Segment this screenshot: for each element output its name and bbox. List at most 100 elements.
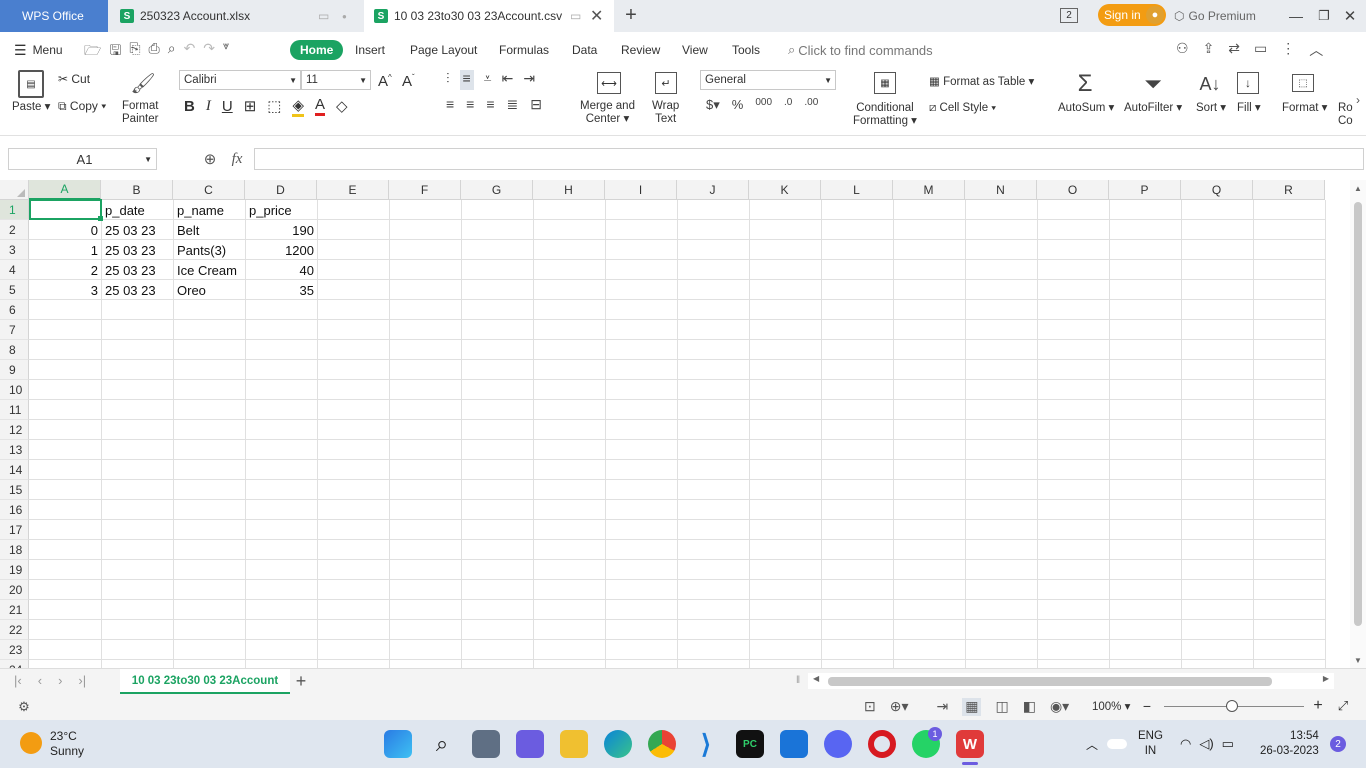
cell-b5[interactable]: 25 03 23: [102, 280, 173, 300]
edge-icon[interactable]: [604, 730, 632, 758]
row-header-3[interactable]: 3: [0, 240, 29, 260]
window-count-badge[interactable]: 2: [1060, 8, 1078, 23]
tab-view[interactable]: View: [682, 40, 708, 60]
cell-a5[interactable]: 3: [30, 280, 101, 300]
cell-c2[interactable]: Belt: [174, 220, 245, 240]
command-search[interactable]: ⌕ Click to find commands: [788, 40, 933, 60]
row-header-10[interactable]: 10: [0, 380, 29, 400]
cell-d5[interactable]: 35: [246, 280, 317, 300]
start-icon[interactable]: [384, 730, 412, 758]
cell-d2[interactable]: 190: [246, 220, 317, 240]
increase-decimal-icon[interactable]: .0: [784, 97, 792, 117]
language-indicator[interactable]: ENG IN: [1138, 729, 1163, 759]
prev-sheet-icon[interactable]: ‹: [38, 673, 42, 688]
row-header-1[interactable]: 1: [0, 200, 29, 220]
page-break-view-icon[interactable]: ◫: [995, 698, 1008, 716]
fill-icon[interactable]: ↓: [1237, 72, 1259, 94]
column-header-c[interactable]: C: [173, 180, 245, 200]
vertical-scrollbar[interactable]: ▲ ▼: [1350, 180, 1366, 668]
wps-office-tab[interactable]: WPS Office: [0, 0, 108, 32]
vertical-scroll-thumb[interactable]: [1354, 202, 1362, 626]
row-header-22[interactable]: 22: [0, 620, 29, 640]
row-header-8[interactable]: 8: [0, 340, 29, 360]
menu-button[interactable]: ☰ Menu: [14, 40, 63, 60]
number-format-select[interactable]: General ▼: [700, 70, 836, 90]
next-sheet-icon[interactable]: ›: [58, 673, 62, 688]
rows-columns-button[interactable]: Ro Co: [1338, 102, 1353, 128]
increase-font-icon[interactable]: A^: [378, 71, 392, 89]
new-tab-icon[interactable]: +: [620, 4, 642, 26]
row-header-4[interactable]: 4: [0, 260, 29, 280]
search-icon[interactable]: ⌕: [428, 730, 456, 758]
ribbon-scroll-right-icon[interactable]: ›: [1352, 90, 1364, 110]
font-color-icon[interactable]: A: [315, 96, 326, 116]
sync-icon[interactable]: ⇄: [1228, 40, 1240, 60]
go-premium-button[interactable]: ⬡ Go Premium: [1174, 8, 1256, 24]
fill-effects-icon[interactable]: ⬚: [267, 97, 281, 115]
column-header-n[interactable]: N: [965, 180, 1037, 200]
format-painter-icon[interactable]: 🖌: [130, 70, 155, 96]
pycharm-icon[interactable]: PC: [736, 730, 764, 758]
task-view-icon[interactable]: [472, 730, 500, 758]
select-all-corner[interactable]: [0, 180, 29, 200]
cell-c5[interactable]: Oreo: [174, 280, 245, 300]
cell-c1[interactable]: p_name: [174, 200, 245, 220]
cell-b1[interactable]: p_date: [102, 200, 173, 220]
redo-icon[interactable]: ↷: [203, 40, 215, 60]
customize-icon[interactable]: ⩔: [223, 40, 229, 60]
sign-in-button[interactable]: Sign in ●: [1098, 4, 1166, 26]
fullscreen-icon[interactable]: ⤢: [1335, 697, 1351, 715]
copy-button[interactable]: ⧉ Copy ▾: [58, 100, 106, 113]
collapse-ribbon-icon[interactable]: ︿: [1309, 40, 1323, 60]
align-left-icon[interactable]: ≡: [446, 96, 454, 116]
tab-page-layout[interactable]: Page Layout: [410, 40, 477, 60]
cell-c4[interactable]: Ice Cream: [174, 260, 245, 280]
wrap-text-button[interactable]: Wrap Text: [652, 100, 679, 126]
close-tab-icon[interactable]: ✕: [590, 6, 603, 26]
format-icon[interactable]: ⬚: [1292, 74, 1314, 92]
row-header-13[interactable]: 13: [0, 440, 29, 460]
document-tab-csv[interactable]: S 10 03 23to30 03 23Account.csv ▭ ✕: [364, 0, 614, 32]
close-window-icon[interactable]: ✕: [1338, 6, 1362, 26]
reading-view-icon[interactable]: ⇥: [937, 698, 949, 716]
underline-icon[interactable]: U: [222, 98, 233, 115]
autofilter-button[interactable]: AutoFilter ▾: [1124, 102, 1182, 115]
cell-mode-icon[interactable]: ⊕▾: [890, 698, 909, 716]
column-header-a[interactable]: A: [29, 180, 101, 200]
scroll-left-icon[interactable]: ◀: [813, 674, 819, 683]
row-header-17[interactable]: 17: [0, 520, 29, 540]
cell-style-button[interactable]: ⧄ Cell Style ▾: [929, 102, 996, 115]
onedrive-icon[interactable]: [1107, 739, 1127, 749]
fill-button[interactable]: Fill ▾: [1237, 102, 1261, 115]
thousands-icon[interactable]: 000: [755, 97, 772, 117]
cell-a4[interactable]: 2: [30, 260, 101, 280]
share-icon[interactable]: ⇪: [1203, 40, 1215, 60]
align-middle-icon[interactable]: ≡: [459, 70, 474, 90]
discord-icon[interactable]: [824, 730, 852, 758]
row-header-7[interactable]: 7: [0, 320, 29, 340]
zoom-formula-icon[interactable]: ⊕: [200, 150, 220, 168]
minimize-icon[interactable]: —: [1284, 6, 1308, 26]
formula-input[interactable]: [254, 148, 1364, 170]
weather-sun-icon[interactable]: [20, 732, 42, 754]
show-hidden-icons[interactable]: ︿: [1084, 736, 1100, 752]
format-painter-button[interactable]: Format Painter: [122, 100, 158, 126]
align-bottom-icon[interactable]: ⩡: [484, 70, 492, 90]
save-icon[interactable]: 🖫: [109, 40, 121, 60]
protection-icon[interactable]: ⊡: [864, 698, 876, 716]
percent-icon[interactable]: %: [732, 97, 744, 117]
column-header-m[interactable]: M: [893, 180, 965, 200]
column-header-f[interactable]: F: [389, 180, 461, 200]
system-tray[interactable]: ◠ ◁) ▭: [1180, 736, 1234, 752]
weather-widget[interactable]: 23°C Sunny: [50, 729, 84, 759]
format-as-table-button[interactable]: ▦ Format as Table ▾: [929, 76, 1034, 89]
tab-home[interactable]: Home: [290, 40, 344, 60]
column-header-b[interactable]: B: [101, 180, 173, 200]
store-icon[interactable]: [780, 730, 808, 758]
column-header-g[interactable]: G: [461, 180, 533, 200]
cell-d1[interactable]: p_price: [246, 200, 317, 220]
row-header-19[interactable]: 19: [0, 560, 29, 580]
open-icon[interactable]: 🗁: [84, 40, 101, 60]
scroll-right-icon[interactable]: ▶: [1323, 674, 1329, 683]
row-header-21[interactable]: 21: [0, 600, 29, 620]
